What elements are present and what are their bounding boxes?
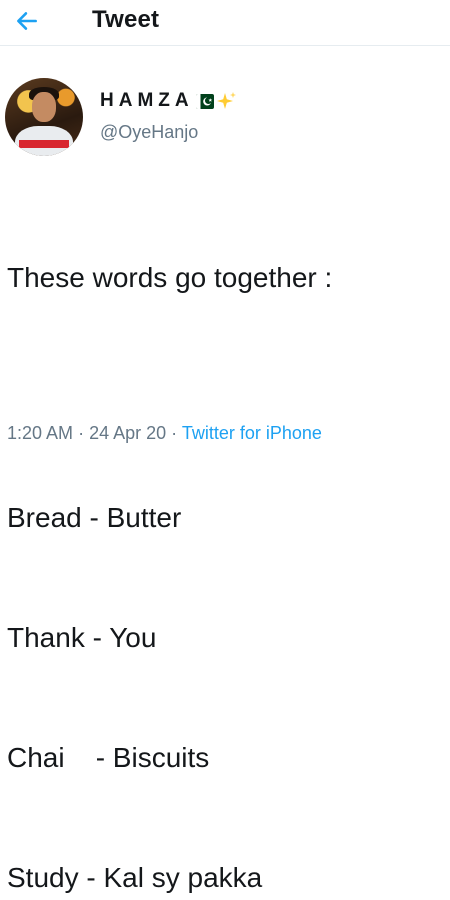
avatar[interactable] <box>5 78 83 156</box>
tweet-time: 1:20 AM <box>7 423 74 443</box>
tweet-line: Thank - You <box>7 622 157 653</box>
pakistan-flag-icon <box>195 93 214 109</box>
tweet-line: Bread - Butter <box>7 502 182 533</box>
author-display-name[interactable]: HAMZA <box>100 90 194 112</box>
tweet-line: These words go together : <box>7 262 333 293</box>
meta-separator: · <box>171 423 178 443</box>
tweet-author: HAMZA @OyeHanjo <box>0 70 450 160</box>
tweet-source-link[interactable]: Twitter for iPhone <box>182 423 322 443</box>
tweet-text: These words go together : Bread - Butter… <box>7 178 443 900</box>
page-title: Tweet <box>92 6 160 33</box>
meta-separator: · <box>78 423 85 443</box>
tweet-metadata: 1:20 AM · 24 Apr 20 · Twitter for iPhone <box>7 423 322 444</box>
arrow-left-icon <box>17 12 37 30</box>
author-name-row[interactable]: HAMZA <box>100 88 237 114</box>
sparkles-icon <box>216 92 236 109</box>
author-handle[interactable]: @OyeHanjo <box>100 122 198 143</box>
tweet-line: Chai - Biscuits <box>7 742 210 773</box>
back-button[interactable] <box>10 6 44 36</box>
tweet-line <box>7 378 443 418</box>
tweet-line: Study - Kal sy pakka <box>7 862 263 893</box>
top-bar: Tweet <box>0 0 450 46</box>
tweet-date: 24 Apr 20 <box>89 423 167 443</box>
